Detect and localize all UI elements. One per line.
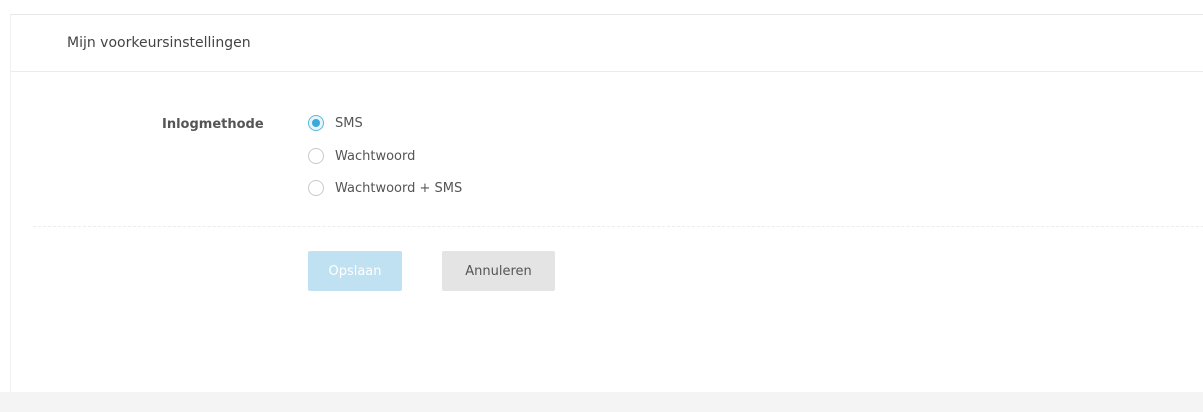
radio-button-checked[interactable] [308, 115, 324, 131]
radio-button[interactable] [308, 180, 324, 196]
panel-header: Mijn voorkeursinstellingen [11, 15, 1203, 72]
radio-label-wachtwoord-sms: Wachtwoord + SMS [335, 180, 463, 196]
login-method-label: Inlogmethode [162, 117, 264, 132]
page: Mijn voorkeursinstellingen Inlogmethode … [0, 0, 1203, 412]
radio-option-wachtwoord-sms[interactable]: Wachtwoord + SMS [308, 178, 462, 198]
footer-band [0, 392, 1203, 412]
cancel-button[interactable]: Annuleren [442, 251, 555, 291]
save-button[interactable]: Opslaan [308, 251, 402, 291]
radio-label-sms: SMS [335, 115, 363, 131]
radio-label-wachtwoord: Wachtwoord [335, 148, 416, 164]
radio-option-wachtwoord[interactable]: Wachtwoord [308, 146, 415, 166]
panel-title: Mijn voorkeursinstellingen [67, 35, 251, 51]
preferences-panel: Mijn voorkeursinstellingen Inlogmethode … [10, 14, 1203, 392]
form-divider [33, 226, 1203, 227]
radio-button[interactable] [308, 148, 324, 164]
radio-option-sms[interactable]: SMS [308, 113, 363, 133]
